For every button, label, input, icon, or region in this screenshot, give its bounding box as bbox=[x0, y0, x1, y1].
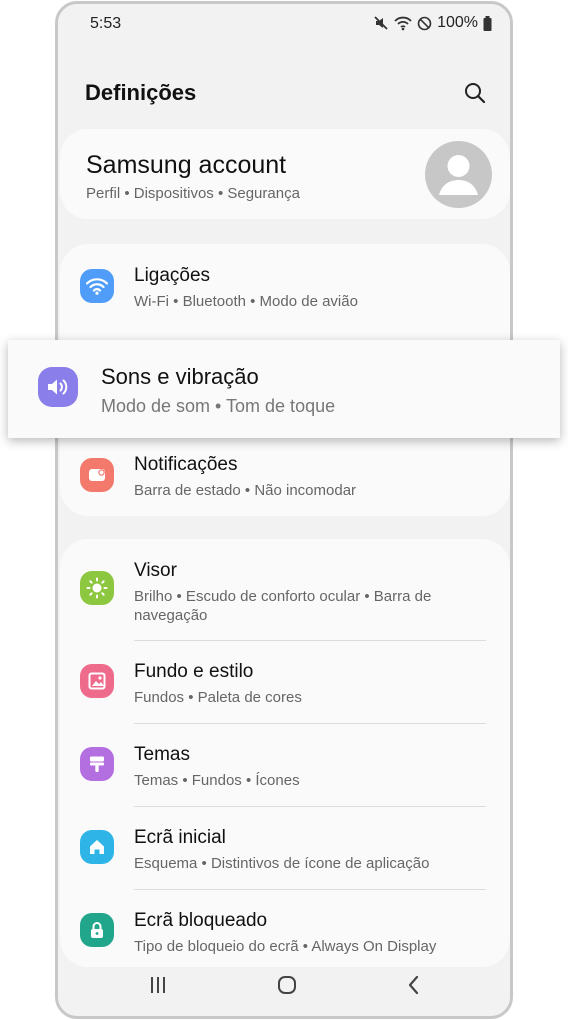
settings-item-fundo-e-estilo[interactable]: Fundo e estilo Fundos • Paleta de cores bbox=[60, 641, 510, 723]
settings-item-ecra-inicial[interactable]: Ecrã inicial Esquema • Distintivos de íc… bbox=[60, 807, 510, 889]
mute-icon bbox=[374, 16, 388, 30]
item-title: Notificações bbox=[134, 454, 238, 475]
person-icon bbox=[439, 155, 478, 195]
settings-group-display: Visor Brilho • Escudo de conforto ocular… bbox=[60, 539, 510, 967]
phone-frame: 5:53 100% Definições Samsung account Per… bbox=[55, 1, 513, 1019]
item-title: Ligações bbox=[134, 265, 211, 286]
search-icon bbox=[465, 83, 486, 104]
avatar bbox=[425, 141, 492, 208]
account-name: Samsung account bbox=[86, 151, 287, 179]
item-subtitle: Brilho • Escudo de conforto ocular • Bar… bbox=[134, 588, 432, 624]
home-button-icon bbox=[278, 976, 296, 994]
lock-icon bbox=[80, 913, 114, 947]
wifi-icon bbox=[80, 269, 114, 303]
item-title: Ecrã bloqueado bbox=[134, 910, 268, 931]
item-subtitle: Fundos • Paleta de cores bbox=[134, 689, 302, 706]
back-button[interactable] bbox=[399, 970, 429, 1000]
header: Definições bbox=[58, 64, 510, 124]
item-subtitle: Tipo de bloqueio do ecrã • Always On Dis… bbox=[134, 938, 437, 955]
item-subtitle: Barra de estado • Não incomodar bbox=[134, 482, 357, 499]
recents-button[interactable] bbox=[143, 970, 173, 1000]
status-time: 5:53 bbox=[90, 15, 122, 32]
back-icon bbox=[408, 975, 419, 995]
status-bar: 5:53 100% bbox=[58, 4, 510, 44]
item-title: Sons e vibração bbox=[101, 364, 259, 389]
item-subtitle: Wi-Fi • Bluetooth • Modo de avião bbox=[134, 293, 358, 310]
do-not-disturb-icon bbox=[417, 16, 432, 30]
notification-icon bbox=[80, 458, 114, 492]
home-button[interactable] bbox=[272, 970, 302, 1000]
wallpaper-icon bbox=[80, 664, 114, 698]
home-icon bbox=[80, 830, 114, 864]
item-title: Fundo e estilo bbox=[134, 661, 254, 682]
item-title: Temas bbox=[134, 744, 190, 765]
settings-item-temas[interactable]: Temas Temas • Fundos • Ícones bbox=[60, 724, 510, 806]
recents-icon bbox=[151, 977, 165, 993]
item-subtitle: Temas • Fundos • Ícones bbox=[134, 772, 300, 789]
settings-item-notificacoes[interactable]: Notificações Barra de estado • Não incom… bbox=[60, 434, 510, 516]
settings-item-sons-e-vibracao[interactable]: Sons e vibração Modo de som • Tom de toq… bbox=[8, 340, 560, 438]
item-title: Ecrã inicial bbox=[134, 827, 226, 848]
navigation-bar bbox=[58, 956, 510, 1016]
samsung-account-card[interactable]: Samsung account Perfil • Dispositivos • … bbox=[60, 129, 510, 219]
settings-item-visor[interactable]: Visor Brilho • Escudo de conforto ocular… bbox=[60, 539, 510, 640]
settings-item-ligacoes[interactable]: Ligações Wi-Fi • Bluetooth • Modo de avi… bbox=[60, 244, 510, 328]
paint-brush-icon bbox=[80, 747, 114, 781]
item-subtitle: Modo de som • Tom de toque bbox=[101, 396, 336, 416]
battery-percent: 100% bbox=[437, 14, 478, 31]
search-button[interactable] bbox=[460, 78, 490, 108]
battery-icon bbox=[483, 15, 492, 31]
item-subtitle: Esquema • Distintivos de ícone de aplica… bbox=[134, 855, 430, 872]
page-title: Definições bbox=[85, 80, 197, 105]
volume-icon bbox=[38, 367, 78, 407]
wifi-icon bbox=[394, 16, 412, 31]
item-title: Visor bbox=[134, 560, 177, 581]
account-subtitle: Perfil • Dispositivos • Segurança bbox=[86, 185, 300, 202]
status-icons: 100% bbox=[373, 14, 492, 32]
brightness-icon bbox=[80, 571, 114, 605]
